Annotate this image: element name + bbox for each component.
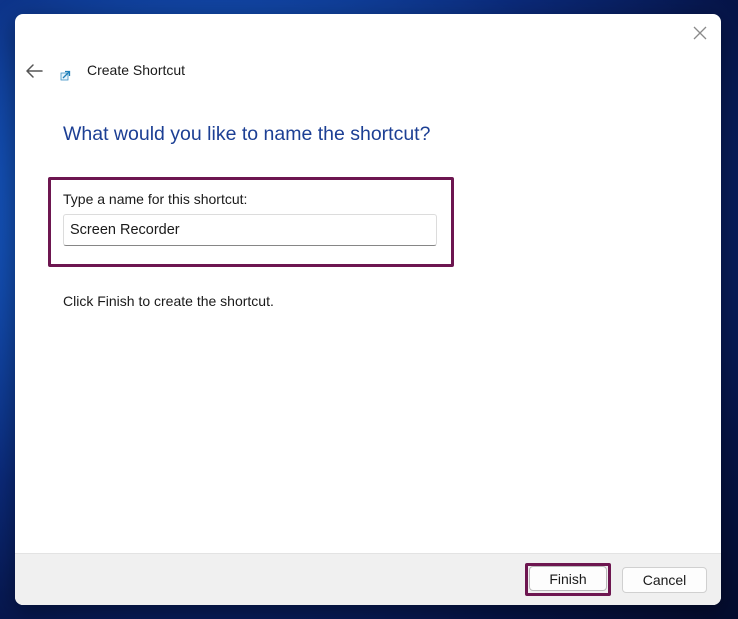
shortcut-icon [60, 70, 71, 81]
page-heading: What would you like to name the shortcut… [63, 123, 431, 145]
finish-button[interactable]: Finish [529, 566, 607, 591]
cancel-button[interactable]: Cancel [622, 567, 707, 593]
finish-instruction-text: Click Finish to create the shortcut. [63, 293, 274, 309]
close-button[interactable] [689, 22, 711, 44]
window-title: Create Shortcut [87, 62, 186, 78]
close-icon [693, 26, 707, 40]
create-shortcut-dialog: Create Shortcut What would you like to n… [15, 14, 721, 605]
back-button[interactable] [23, 60, 45, 82]
arrow-left-icon [26, 64, 43, 78]
dialog-footer: Finish Cancel [15, 553, 721, 605]
shortcut-name-input[interactable] [63, 214, 437, 246]
shortcut-name-label: Type a name for this shortcut: [63, 191, 248, 207]
